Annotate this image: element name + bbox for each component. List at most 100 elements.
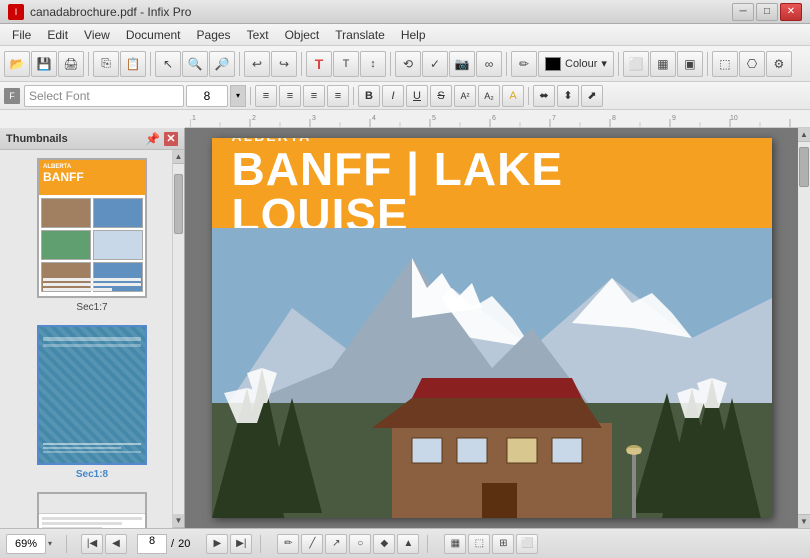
font-size-dropdown[interactable]: ▾: [230, 85, 246, 107]
scroll-up-arrow[interactable]: ▲: [173, 150, 184, 164]
main-toolbar: 📂 💾 🖨 ⎘ 📋 ↖ 🔍 🔎 ↩ ↪ T T ↕ ⟲ ✓ 📷 ∞ ✏ Colo…: [0, 46, 810, 82]
copy-button[interactable]: ⎘: [93, 51, 119, 77]
colour-button[interactable]: Colour ▾: [538, 51, 614, 77]
menu-object[interactable]: Object: [277, 26, 328, 44]
thumbnail-item-1[interactable]: ALBERTA BANFF: [8, 158, 176, 313]
image-tool[interactable]: T: [333, 51, 359, 77]
align-right-button[interactable]: ≡: [303, 85, 325, 107]
statusbar: 69% ▾ |◀ ◀ 8 / 20 ▶ ▶| ✏ ╱ ↗ ○ ◆ ▲ ▦ ⬚ ⊞…: [0, 528, 810, 558]
v-scroll-track[interactable]: [798, 142, 810, 514]
pointer-tool[interactable]: ↖: [155, 51, 181, 77]
scroll-thumb[interactable]: [174, 174, 183, 234]
page-area: ALBERTA BANFF | LAKE LOUISE: [185, 128, 798, 528]
close-button[interactable]: ✕: [780, 3, 802, 21]
open-button[interactable]: 📂: [4, 51, 30, 77]
text-align-left2[interactable]: ⬌: [533, 85, 555, 107]
window: [412, 438, 442, 463]
zoom-out-button[interactable]: 🔎: [209, 51, 235, 77]
import-button[interactable]: ⎔: [739, 51, 765, 77]
scroll-down-button[interactable]: ▼: [798, 514, 810, 528]
text-indent[interactable]: ⬈: [581, 85, 603, 107]
pin-button[interactable]: 📌: [145, 132, 160, 146]
menu-help[interactable]: Help: [393, 26, 434, 44]
shape-tool[interactable]: ○: [349, 534, 371, 554]
find-replace-button[interactable]: ⟲: [395, 51, 421, 77]
font-size-selector[interactable]: 8: [186, 85, 228, 107]
resize-tool[interactable]: ↕: [360, 51, 386, 77]
window: [507, 438, 537, 463]
svg-text:9: 9: [672, 115, 676, 122]
pdf-viewer: ALBERTA BANFF | LAKE LOUISE: [185, 128, 810, 528]
highlight-button[interactable]: A: [502, 85, 524, 107]
line-tool[interactable]: ╱: [301, 534, 323, 554]
marker-tool[interactable]: ◆: [373, 534, 395, 554]
fill-tool[interactable]: ▲: [397, 534, 419, 554]
settings-button[interactable]: ⚙: [766, 51, 792, 77]
font-selector[interactable]: Select Font: [24, 85, 184, 107]
v-scroll-thumb[interactable]: [799, 147, 809, 187]
ruler-svg: 1 2 3 4 5 6 7 8 9 10: [190, 110, 800, 127]
current-page-input[interactable]: 8: [137, 534, 167, 554]
print-button[interactable]: 🖨: [58, 51, 84, 77]
strikethrough-button[interactable]: S: [430, 85, 452, 107]
thumbnail-1-label: Sec1:7: [76, 302, 107, 313]
view-tool[interactable]: ⬜: [516, 534, 538, 554]
menu-view[interactable]: View: [76, 26, 118, 44]
first-page-button[interactable]: |◀: [81, 534, 103, 554]
menu-pages[interactable]: Pages: [189, 26, 239, 44]
main-area: Thumbnails 📌 ✕ ALBERTA BANFF: [0, 128, 810, 528]
prev-page-button[interactable]: ◀: [105, 534, 127, 554]
pencil-tool[interactable]: ✏: [277, 534, 299, 554]
frame-button[interactable]: ⬜: [623, 51, 649, 77]
menu-file[interactable]: File: [4, 26, 39, 44]
layout-tool[interactable]: ⊞: [492, 534, 514, 554]
italic-button[interactable]: I: [382, 85, 404, 107]
separator: [618, 52, 619, 76]
bold-button[interactable]: B: [358, 85, 380, 107]
layer-button[interactable]: ▦: [650, 51, 676, 77]
menu-text[interactable]: Text: [239, 26, 277, 44]
align-left-button[interactable]: ≡: [255, 85, 277, 107]
align-center-button[interactable]: ≡: [279, 85, 301, 107]
last-page-button[interactable]: ▶|: [230, 534, 252, 554]
zoom-dropdown-button[interactable]: ▾: [48, 539, 52, 548]
zoom-in-button[interactable]: 🔍: [182, 51, 208, 77]
action-button[interactable]: ▣: [677, 51, 703, 77]
save-button[interactable]: 💾: [31, 51, 57, 77]
superscript-button[interactable]: A²: [454, 85, 476, 107]
scroll-track[interactable]: [173, 164, 184, 514]
camera-button[interactable]: 📷: [449, 51, 475, 77]
text-tool[interactable]: T: [306, 51, 332, 77]
underline-button[interactable]: U: [406, 85, 428, 107]
pen-button[interactable]: ✏: [511, 51, 537, 77]
redo-button[interactable]: ↪: [271, 51, 297, 77]
photo-svg: [212, 228, 772, 518]
menu-document[interactable]: Document: [118, 26, 189, 44]
thumbnail-3-preview: [37, 492, 147, 528]
menu-edit[interactable]: Edit: [39, 26, 76, 44]
thumbnails-close-button[interactable]: ✕: [164, 132, 178, 146]
media-tool[interactable]: ▦: [444, 534, 466, 554]
menu-translate[interactable]: Translate: [327, 26, 393, 44]
zoom-value[interactable]: 69%: [6, 534, 46, 554]
subscript-button[interactable]: A₂: [478, 85, 500, 107]
link-button[interactable]: ∞: [476, 51, 502, 77]
scroll-up-button[interactable]: ▲: [798, 128, 810, 142]
thumbnail-item-2[interactable]: Sec1:8: [8, 325, 176, 480]
export-button[interactable]: ⬚: [712, 51, 738, 77]
svg-text:10: 10: [730, 115, 738, 122]
separator: [301, 52, 302, 76]
scroll-down-arrow[interactable]: ▼: [173, 514, 184, 528]
spell-check-button[interactable]: ✓: [422, 51, 448, 77]
undo-button[interactable]: ↩: [244, 51, 270, 77]
maximize-button[interactable]: □: [756, 3, 778, 21]
text-align-center2[interactable]: ⬍: [557, 85, 579, 107]
building-door: [482, 483, 517, 518]
export-tool[interactable]: ⬚: [468, 534, 490, 554]
next-page-button[interactable]: ▶: [206, 534, 228, 554]
arrow-tool[interactable]: ↗: [325, 534, 347, 554]
minimize-button[interactable]: ─: [732, 3, 754, 21]
paste-button[interactable]: 📋: [120, 51, 146, 77]
thumbnail-item-3[interactable]: [8, 492, 176, 528]
align-justify-button[interactable]: ≡: [327, 85, 349, 107]
